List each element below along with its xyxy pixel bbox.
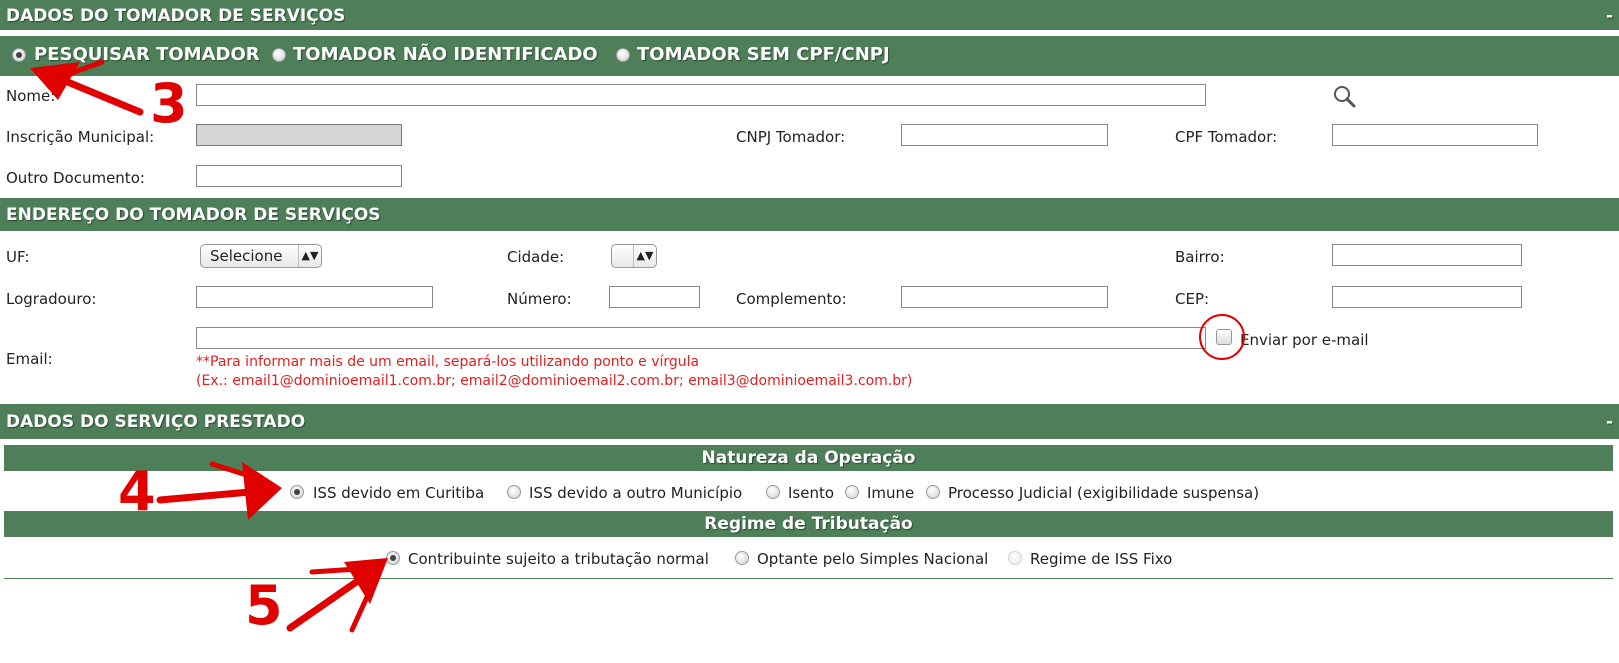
step-3-label: 3	[150, 72, 188, 135]
step-4-label: 4	[118, 460, 156, 523]
step-5-label: 5	[245, 574, 283, 637]
annotation-arrows	[30, 59, 388, 633]
